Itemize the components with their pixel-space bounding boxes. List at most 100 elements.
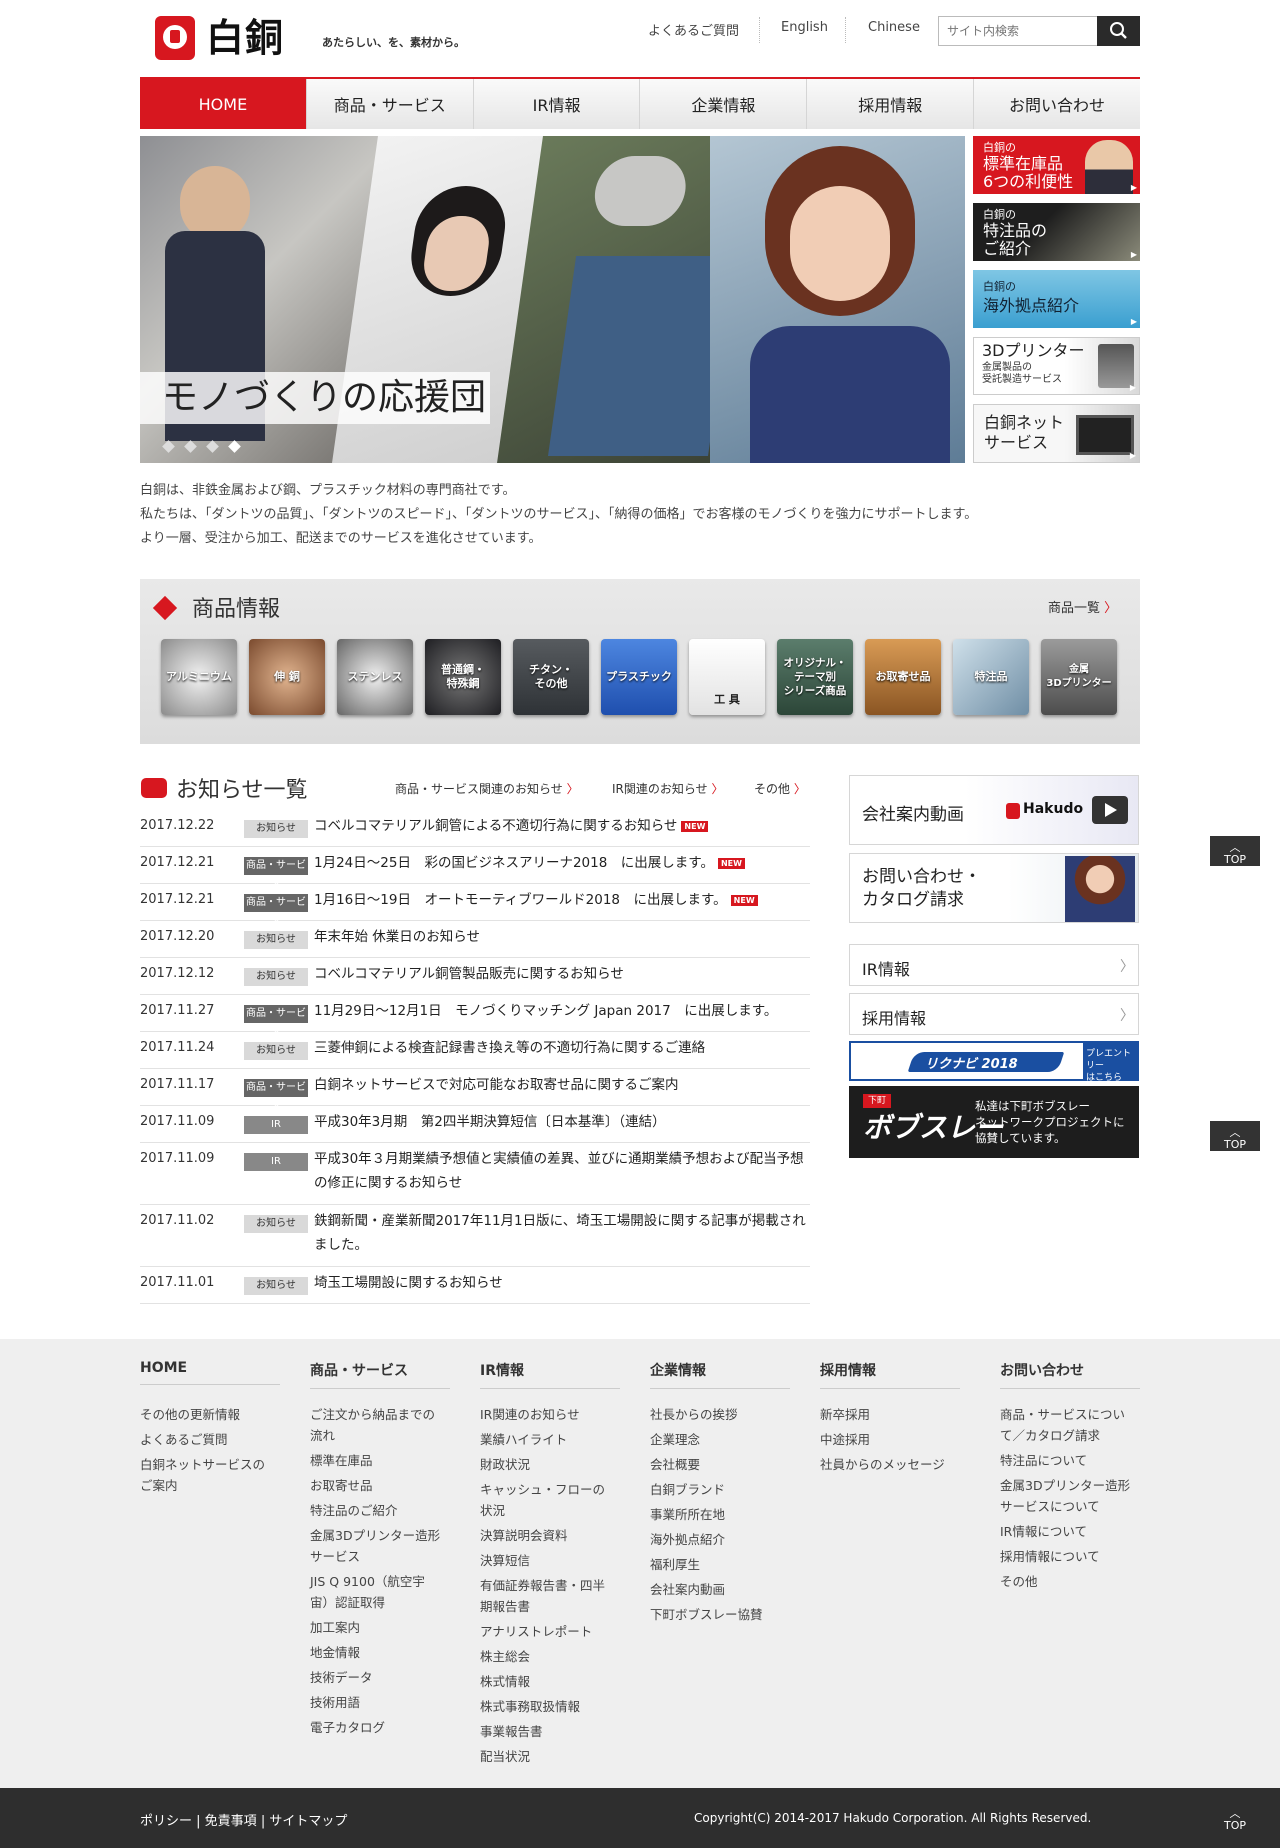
news-title-link[interactable]: 埼玉工場開設に関するお知らせ bbox=[314, 1271, 814, 1295]
news-title-link[interactable]: 白銅ネットサービスで対応可能なお取寄せ品に関するご案内 bbox=[314, 1073, 814, 1097]
tile-steel[interactable]: 普通鋼・ 特殊鋼 bbox=[425, 639, 501, 715]
nav-home[interactable]: HOME bbox=[140, 79, 307, 129]
footer-link[interactable]: アナリストレポート bbox=[480, 1621, 620, 1642]
nav-contact[interactable]: お問い合わせ bbox=[974, 79, 1140, 129]
faq-link[interactable]: よくあるご質問 bbox=[648, 20, 739, 39]
footer-col-title[interactable]: IR情報 bbox=[480, 1360, 620, 1389]
footer-link[interactable]: その他の更新情報 bbox=[140, 1404, 280, 1425]
recruit-link-box[interactable]: 採用情報 〉 bbox=[849, 993, 1139, 1035]
news-row[interactable]: 2017.12.21 商品・サービス 1月16日～19日 オートモーティブワールド2… bbox=[140, 884, 810, 926]
tile-3d-printer[interactable]: 金属 3Dプリンター bbox=[1041, 639, 1117, 715]
news-row[interactable]: 2017.11.24 お知らせ 三菱伸銅による検査記録書き換え等の不適切行為に関する… bbox=[140, 1032, 810, 1069]
tile-stainless[interactable]: ステンレス bbox=[337, 639, 413, 715]
footer-link[interactable]: 新卒採用 bbox=[820, 1404, 960, 1425]
footer-link[interactable]: 株主総会 bbox=[480, 1646, 620, 1667]
footer-link[interactable]: 商品・サービスについ て／カタログ請求 bbox=[1000, 1404, 1140, 1446]
footer-col-title[interactable]: 商品・サービス bbox=[310, 1360, 450, 1389]
banner-3d-printer[interactable]: 3Dプリンター 金属製品の 受託製造サービス ▶ bbox=[973, 337, 1140, 395]
tile-custom[interactable]: 特注品 bbox=[953, 639, 1029, 715]
search-button[interactable] bbox=[1097, 16, 1140, 46]
products-all-link[interactable]: 商品一覧 〉 bbox=[1048, 597, 1117, 616]
footer-link[interactable]: 技術用語 bbox=[310, 1692, 450, 1713]
footer-link[interactable]: 株式事務取扱情報 bbox=[480, 1696, 620, 1717]
footer-link[interactable]: IR関連のお知らせ bbox=[480, 1404, 620, 1425]
footer-col-title[interactable]: HOME bbox=[140, 1360, 280, 1385]
footer-link[interactable]: ご注文から納品までの 流れ bbox=[310, 1404, 450, 1446]
footer-link[interactable]: 社員からのメッセージ bbox=[820, 1454, 960, 1475]
footer-link[interactable]: 海外拠点紹介 bbox=[650, 1529, 790, 1550]
news-row[interactable]: 2017.11.02 お知らせ 鉄鋼新聞・産業新聞2017年11月1日版に、埼玉工場… bbox=[140, 1205, 810, 1267]
english-link[interactable]: English bbox=[781, 20, 828, 35]
news-cat-products[interactable]: 商品・サービス関連のお知らせ 〉 bbox=[395, 780, 579, 797]
chinese-link[interactable]: Chinese bbox=[868, 20, 920, 35]
footer-link[interactable]: 下町ボブスレー協賛 bbox=[650, 1604, 790, 1625]
news-cat-ir[interactable]: IR関連のお知らせ 〉 bbox=[612, 780, 723, 797]
news-title-link[interactable]: 鉄鋼新聞・産業新聞2017年11月1日版に、埼玉工場開設に関する記事が掲載されま… bbox=[314, 1209, 814, 1257]
footer-link[interactable]: 決算短信 bbox=[480, 1550, 620, 1571]
search-input[interactable] bbox=[939, 17, 1097, 45]
company-video-banner[interactable]: 会社案内動画 Hakudo bbox=[849, 775, 1139, 845]
footer-link[interactable]: 業績ハイライト bbox=[480, 1429, 620, 1450]
footer-link[interactable]: 企業理念 bbox=[650, 1429, 790, 1450]
footer-link[interactable]: よくあるご質問 bbox=[140, 1429, 280, 1450]
tile-original[interactable]: オリジナル・ テーマ別 シリーズ商品 bbox=[777, 639, 853, 715]
tile-titanium[interactable]: チタン・ その他 bbox=[513, 639, 589, 715]
footer-link[interactable]: 白銅ブランド bbox=[650, 1479, 790, 1500]
news-row[interactable]: 2017.12.20 お知らせ 年末年始 休業日のお知らせ bbox=[140, 921, 810, 958]
footer-col-title[interactable]: 企業情報 bbox=[650, 1360, 790, 1389]
footer-link[interactable]: 決算説明会資料 bbox=[480, 1525, 620, 1546]
footer-link[interactable]: その他 bbox=[1000, 1571, 1140, 1592]
nav-company[interactable]: 企業情報 bbox=[640, 79, 808, 129]
footer-link[interactable]: 標準在庫品 bbox=[310, 1450, 450, 1471]
disclaimer-link[interactable]: 免責事項 bbox=[205, 1814, 257, 1829]
footer-link[interactable]: 株式情報 bbox=[480, 1671, 620, 1692]
news-row[interactable]: 2017.11.09 IR 平成30年3月期 第2四半期決算短信〔日本基準〕（連結） bbox=[140, 1106, 810, 1143]
news-title-link[interactable]: 1月24日～25日 彩の国ビジネスアリーナ2018 に出展します。 NEW bbox=[314, 851, 814, 875]
news-row[interactable]: 2017.11.01 お知らせ 埼玉工場開設に関するお知らせ bbox=[140, 1267, 810, 1304]
ir-link-box[interactable]: IR情報 〉 bbox=[849, 944, 1139, 986]
footer-link[interactable]: 金属3Dプリンター造形 サービスについて bbox=[1000, 1475, 1140, 1517]
banner-custom-products[interactable]: 白銅の 特注品の ご紹介 ▶ bbox=[973, 203, 1140, 261]
banner-standard-stock[interactable]: 白銅の 標準在庫品 6つの利便性 ▶ bbox=[973, 136, 1140, 194]
footer-link[interactable]: 特注品について bbox=[1000, 1450, 1140, 1471]
footer-link[interactable]: 社長からの挨拶 bbox=[650, 1404, 790, 1425]
news-row[interactable]: 2017.12.12 お知らせ コベルコマテリアル銅管製品販売に関するお知らせ bbox=[140, 958, 810, 995]
news-row[interactable]: 2017.12.21 商品・サービス 1月24日～25日 彩の国ビジネスアリーナ20… bbox=[140, 847, 810, 889]
contact-catalog-banner[interactable]: お問い合わせ・ カタログ請求 bbox=[849, 853, 1139, 923]
news-title-link[interactable]: コベルコマテリアル銅管製品販売に関するお知らせ bbox=[314, 962, 814, 986]
news-row[interactable]: 2017.11.17 商品・サービス 白銅ネットサービスで対応可能なお取寄せ品に関す… bbox=[140, 1069, 810, 1111]
logo-mark-icon[interactable] bbox=[155, 16, 195, 60]
footer-link[interactable]: 地金情報 bbox=[310, 1642, 450, 1663]
bobsleigh-banner[interactable]: 下町 ボブスレー 私達は下町ボブスレー ネットワークプロジェクトに 協賛していま… bbox=[849, 1086, 1139, 1158]
news-cat-other[interactable]: その他 〉 bbox=[754, 780, 806, 797]
sitemap-link[interactable]: サイトマップ bbox=[269, 1814, 347, 1829]
footer-link[interactable]: お取寄せ品 bbox=[310, 1475, 450, 1496]
nav-recruit[interactable]: 採用情報 bbox=[807, 79, 975, 129]
footer-link[interactable]: キャッシュ・フローの 状況 bbox=[480, 1479, 620, 1521]
nav-products[interactable]: 商品・サービス bbox=[306, 79, 474, 129]
news-row[interactable]: 2017.11.09 IR 平成30年３月期業績予想値と実績値の差異、並びに通期業績… bbox=[140, 1143, 810, 1205]
footer-link[interactable]: 白銅ネットサービスの ご案内 bbox=[140, 1454, 280, 1496]
footer-link[interactable]: 会社概要 bbox=[650, 1454, 790, 1475]
footer-link[interactable]: 有価証券報告書・四半 期報告書 bbox=[480, 1575, 620, 1617]
footer-link[interactable]: 事業報告書 bbox=[480, 1721, 620, 1742]
back-to-top-button[interactable]: ︿ TOP bbox=[1210, 1802, 1260, 1832]
news-title-link[interactable]: コベルコマテリアル銅管による不適切行為に関するお知らせ NEW bbox=[314, 814, 814, 838]
rikunabi-banner[interactable]: リクナビ 2018 プレエントリー はこちら bbox=[849, 1041, 1139, 1083]
footer-col-title[interactable]: 採用情報 bbox=[820, 1360, 960, 1389]
news-title-link[interactable]: 年末年始 休業日のお知らせ bbox=[314, 925, 814, 949]
footer-col-title[interactable]: お問い合わせ bbox=[1000, 1360, 1140, 1389]
tile-copper[interactable]: 伸 銅 bbox=[249, 639, 325, 715]
tile-tools[interactable]: 工 具 bbox=[689, 639, 765, 715]
footer-link[interactable]: 会社案内動画 bbox=[650, 1579, 790, 1600]
footer-link[interactable]: 中途採用 bbox=[820, 1429, 960, 1450]
footer-link[interactable]: 配当状況 bbox=[480, 1746, 620, 1767]
footer-link[interactable]: IR情報について bbox=[1000, 1521, 1140, 1542]
news-row[interactable]: 2017.11.27 商品・サービス 11月29日～12月1日 モノづくりマッチング… bbox=[140, 995, 810, 1037]
footer-link[interactable]: 事業所所在地 bbox=[650, 1504, 790, 1525]
news-title-link[interactable]: 平成30年3月期 第2四半期決算短信〔日本基準〕（連結） bbox=[314, 1110, 814, 1134]
back-to-top-button[interactable]: ︿ TOP bbox=[1210, 1121, 1260, 1151]
footer-link[interactable]: JIS Q 9100（航空宇 宙）認証取得 bbox=[310, 1571, 450, 1613]
footer-link[interactable]: 技術データ bbox=[310, 1667, 450, 1688]
footer-link[interactable]: 特注品のご紹介 bbox=[310, 1500, 450, 1521]
